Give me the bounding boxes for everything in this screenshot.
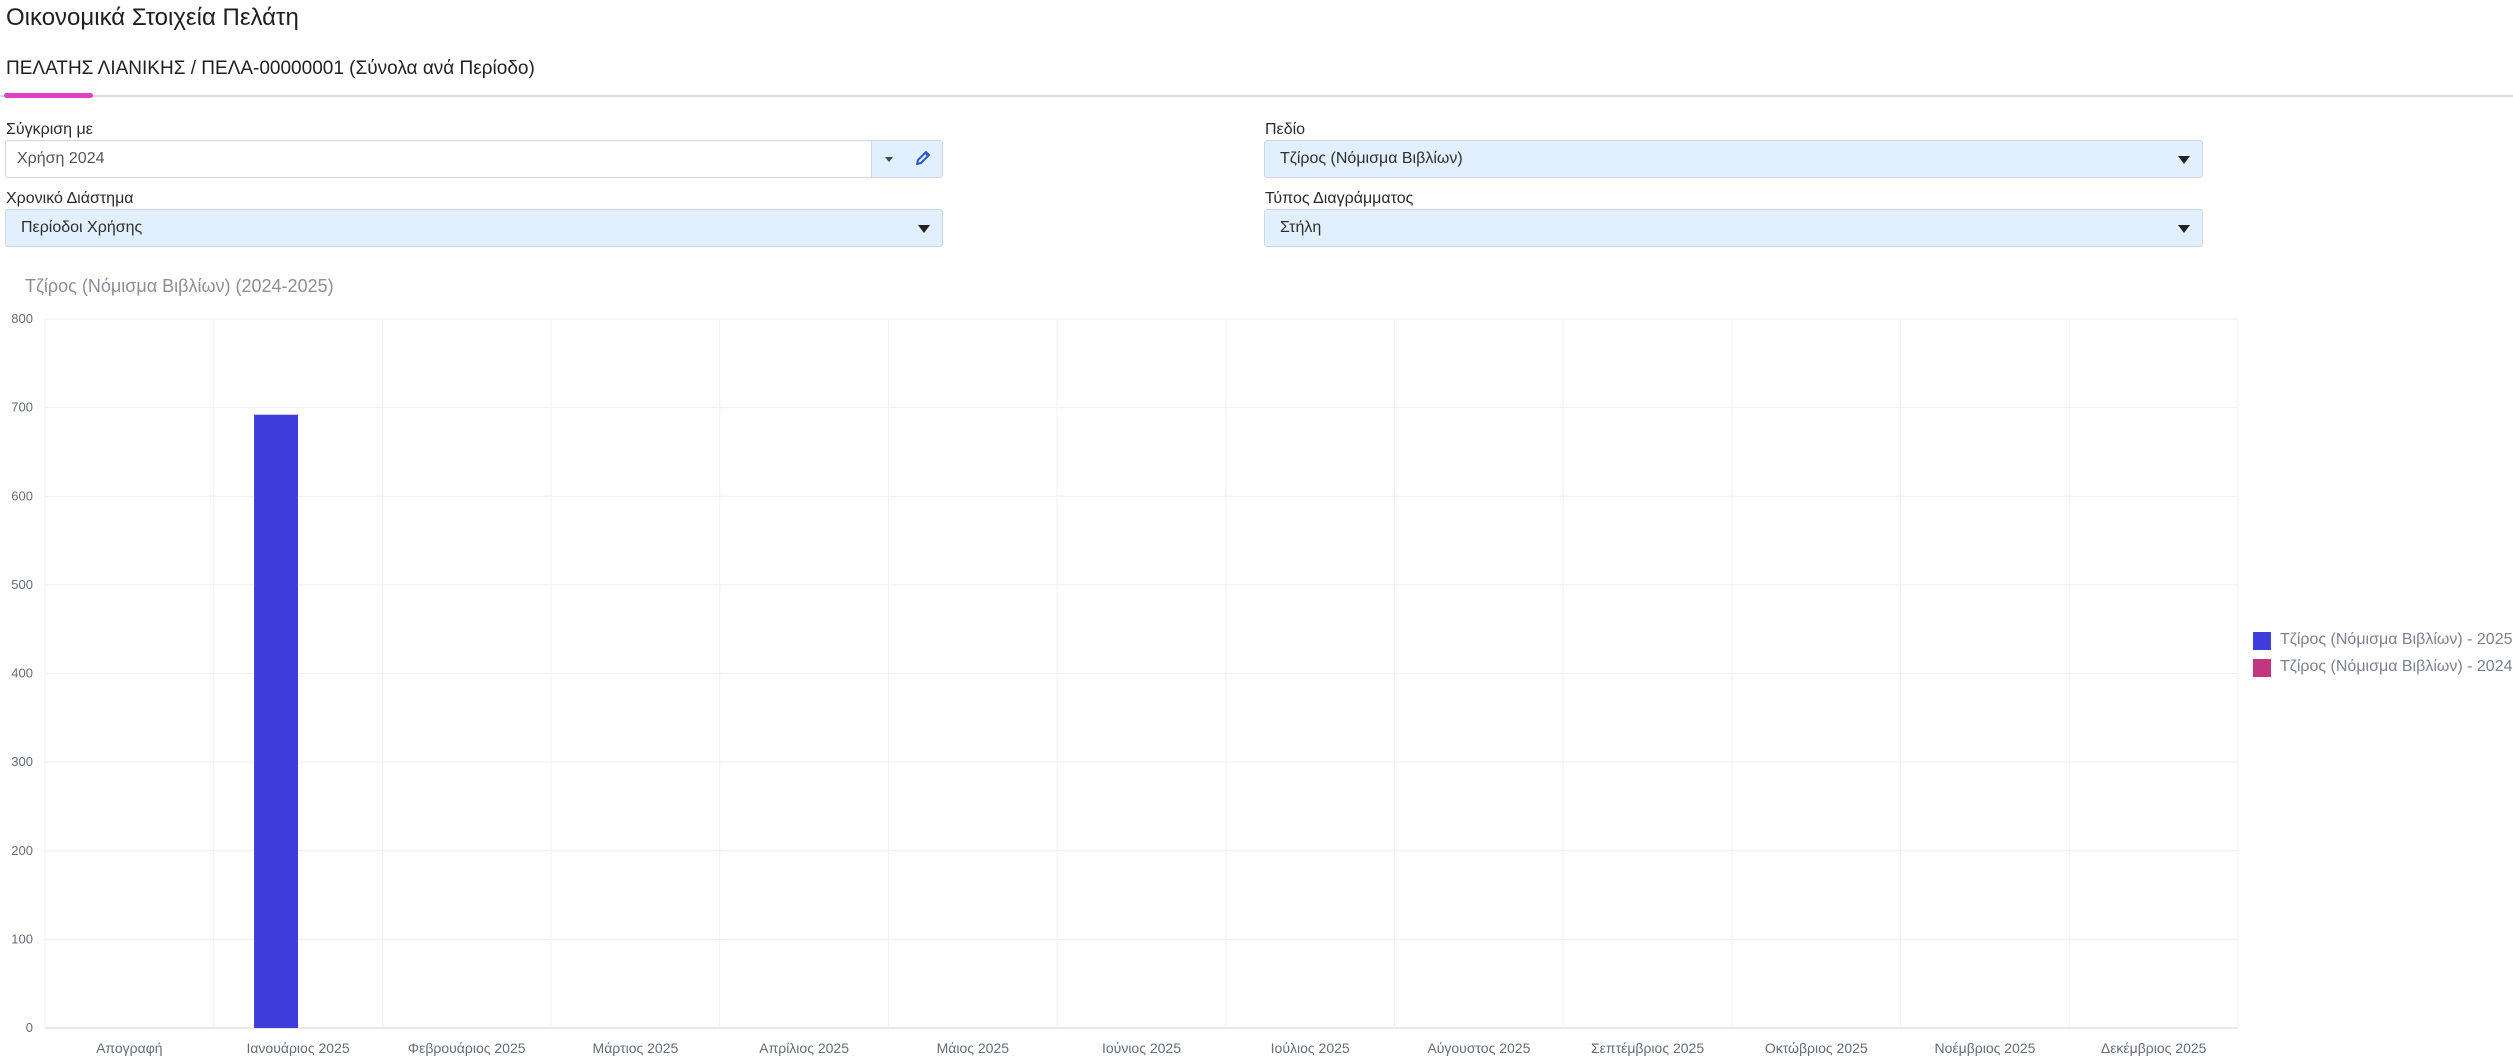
legend-label-2024: Τζίρος (Νόμισμα Βιβλίων) - 2024 — [2280, 658, 2513, 675]
chevron-down-icon[interactable] — [885, 157, 893, 162]
tab-divider — [0, 95, 2513, 97]
y-tick-label: 100 — [11, 931, 33, 946]
compare-input[interactable]: Χρήση 2024 — [5, 140, 943, 178]
field-select[interactable]: Τζίρος (Νόμισμα Βιβλίων) — [1264, 140, 2203, 178]
x-tick-label: Μάιος 2025 — [937, 1040, 1010, 1056]
period-label: Χρονικό Διάστημα — [6, 190, 134, 207]
y-tick-label: 700 — [11, 400, 33, 415]
x-tick-label: Απρίλιος 2025 — [759, 1040, 849, 1056]
compare-label: Σύγκριση με — [6, 121, 93, 138]
active-tab-indicator — [4, 93, 93, 98]
compare-value: Χρήση 2024 — [17, 150, 105, 167]
bar[interactable] — [254, 414, 299, 1029]
chart-type-value: Στήλη — [1280, 219, 1322, 236]
y-tick-label: 200 — [11, 843, 33, 858]
x-tick-label: Ιούλιος 2025 — [1271, 1040, 1350, 1056]
pencil-icon[interactable] — [914, 149, 932, 167]
x-tick-label: Ιανουάριος 2025 — [246, 1040, 349, 1056]
chart-type-label: Τύπος Διαγράμματος — [1265, 190, 1414, 207]
legend-swatch-2025 — [2253, 632, 2271, 650]
x-tick-label: Απογραφή — [96, 1040, 163, 1056]
field-value: Τζίρος (Νόμισμα Βιβλίων) — [1280, 150, 1463, 167]
y-tick-label: 800 — [11, 311, 33, 326]
chart-title: Τζίρος (Νόμισμα Βιβλίων) (2024-2025) — [25, 276, 334, 296]
field-label: Πεδίο — [1265, 121, 1306, 138]
x-tick-label: Ιούνιος 2025 — [1102, 1040, 1181, 1056]
chart-type-select[interactable]: Στήλη — [1264, 209, 2203, 247]
x-tick-label: Οκτώβριος 2025 — [1765, 1040, 1868, 1056]
period-select[interactable]: Περίοδοι Χρήσης — [5, 209, 943, 247]
chevron-down-icon — [918, 225, 930, 233]
legend-swatch-2024 — [2253, 659, 2271, 677]
page-title: Οικονομικά Στοιχεία Πελάτη — [6, 4, 299, 31]
y-tick-label: 600 — [11, 488, 33, 503]
y-tick-label: 300 — [11, 754, 33, 769]
x-tick-label: Μάρτιος 2025 — [593, 1040, 679, 1056]
legend-label-2025: Τζίρος (Νόμισμα Βιβλίων) - 2025 — [2280, 631, 2513, 648]
y-tick-label: 400 — [11, 666, 33, 681]
tab-customer-totals[interactable]: ΠΕΛΑΤΗΣ ΛΙΑΝΙΚΗΣ / ΠΕΛΑ-00000001 (Σύνολα… — [6, 58, 535, 80]
chevron-down-icon — [2178, 156, 2190, 164]
x-tick-label: Φεβρουάριος 2025 — [408, 1040, 526, 1056]
y-tick-label: 500 — [11, 577, 33, 592]
bar-chart: 0 100 200 300 400 500 600 700 800 Απογραφή Ιανουά… — [11, 311, 2239, 1056]
period-value: Περίοδοι Χρήσης — [21, 219, 143, 236]
x-tick-label: Δεκέμβριος 2025 — [2101, 1040, 2207, 1056]
compare-buttons — [871, 141, 942, 177]
y-tick-label: 0 — [26, 1020, 33, 1035]
chevron-down-icon — [2178, 225, 2190, 233]
x-tick-label: Αύγουστος 2025 — [1427, 1040, 1530, 1056]
x-tick-label: Σεπτέμβριος 2025 — [1591, 1040, 1704, 1056]
x-tick-label: Νοέμβριος 2025 — [1935, 1040, 2036, 1056]
